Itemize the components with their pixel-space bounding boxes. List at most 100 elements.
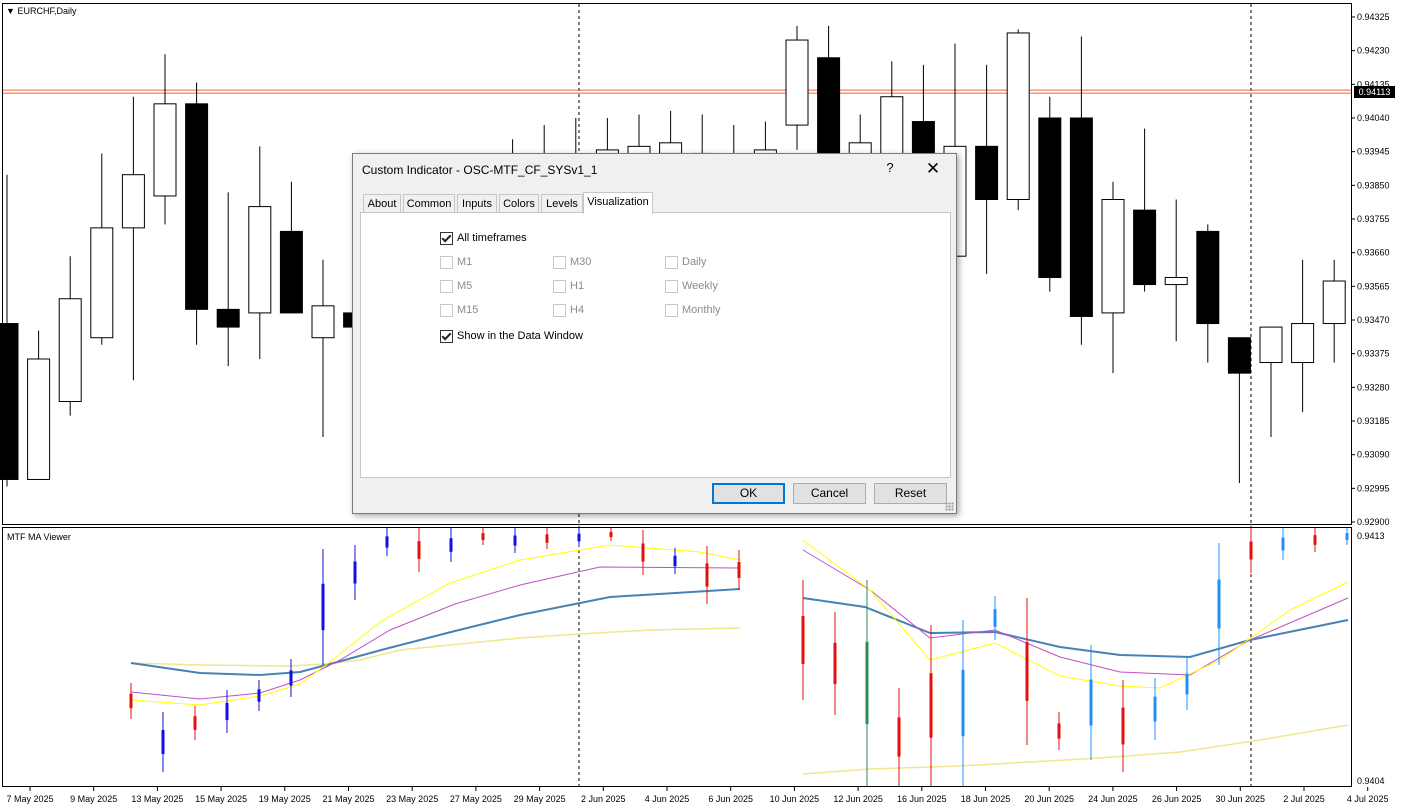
ma-steel-line-left [130,588,741,677]
signal-bar-body [417,541,421,559]
price-axis-label: 0.93470 [1357,315,1390,325]
close-icon[interactable]: ✕ [925,159,941,179]
date-axis-label: 6 Jun 2025 [708,794,753,804]
signal-bar-body [1217,579,1221,629]
candle-body [216,308,240,328]
date-axis-label: 4 Jun 2025 [645,794,690,804]
tab-visualization[interactable]: Visualization [583,192,653,214]
checkbox-box[interactable] [665,256,678,269]
candle-body [1133,209,1157,286]
ma-yellow-line-left [130,544,741,706]
signal-bar-body [257,689,261,702]
collapse-triangle-icon[interactable]: ▼ [6,6,15,16]
candle-body [1227,337,1251,374]
signal-bar-body [1025,642,1029,701]
ma-khaki-line-left [130,627,741,667]
signal-bar-body [577,533,581,542]
current-price-tag: 0.94113 [1354,86,1395,98]
signal-bar-body [865,641,869,725]
date-axis-label: 27 May 2025 [450,794,502,804]
tab-colors[interactable]: Colors [499,194,539,212]
date-axis-label: 2 Jul 2025 [1283,794,1325,804]
ma-violet-line-right [802,549,1349,676]
candle-body [1101,199,1125,314]
date-axis-label: 29 May 2025 [514,794,566,804]
date-axis-label: 13 May 2025 [131,794,183,804]
signal-bar-body [1281,537,1285,551]
signal-bar-body [929,673,933,738]
signal-bar-body [993,609,997,627]
candle-body [248,206,272,314]
price-axis-label: 0.93660 [1357,248,1390,258]
checkbox-label: Monthly [682,304,721,316]
candle-body [975,145,999,201]
price-axis-label: 0.93945 [1357,147,1390,157]
candle-body [1322,280,1346,325]
candle-body [1164,276,1188,286]
date-axis-label: 24 Jun 2025 [1088,794,1138,804]
checkbox-label: Show in the Data Window [457,330,583,342]
signal-bar-body [1345,533,1349,540]
checkbox-box[interactable] [440,256,453,269]
checkbox-label: H1 [570,280,585,292]
checkbox-box[interactable] [440,304,453,317]
date-axis-label: 2 Jun 2025 [581,794,626,804]
date-axis-label: 16 Jun 2025 [897,794,947,804]
checkbox-box[interactable] [665,304,678,317]
candle-body [785,39,809,126]
signal-bar-body [1089,679,1093,726]
signal-bar-body [1185,673,1189,695]
candle-body [153,103,177,197]
checkbox-box[interactable] [553,304,566,317]
candle-body [1069,117,1093,317]
signal-bar-body [737,562,741,578]
signal-bar-body [1121,707,1125,745]
signal-bar-body [1057,723,1061,739]
checkbox-box[interactable] [440,280,453,293]
tab-about[interactable]: About [363,194,401,212]
cancel-button[interactable]: Cancel [793,483,866,504]
indicator-axis-label: 0.9413 [1357,531,1385,541]
checkbox-label: M30 [570,256,592,268]
symbol-label-text: EURCHF,Daily [17,6,77,16]
indicator-axis-label: 0.9404 [1357,776,1385,786]
resize-grip-icon[interactable] [945,502,954,511]
indicator-pane-frame [2,527,1352,787]
tab-common[interactable]: Common [403,194,455,212]
checkbox-label: Weekly [682,280,718,292]
checkbox-label: M5 [457,280,473,292]
help-button[interactable]: ? [883,160,897,175]
price-axis-label: 0.94040 [1357,113,1390,123]
candle-body [185,103,209,310]
date-axis-label: 18 Jun 2025 [961,794,1011,804]
signal-bar-body [385,536,389,548]
signal-bar-body [225,702,229,721]
price-axis-label: 0.93375 [1357,349,1390,359]
ok-button[interactable]: OK [712,483,785,504]
signal-bar-body [609,531,613,538]
tab-levels[interactable]: Levels [541,194,583,212]
price-axis-label: 0.94230 [1357,46,1390,56]
signal-bar-body [513,535,517,546]
signal-bar-body [1313,535,1317,545]
checkbox-label: M1 [457,256,473,268]
candle-body [311,305,335,339]
candle-body [58,298,82,403]
checkbox-label: H4 [570,304,585,316]
signal-bar-body [481,533,485,540]
candle-body [27,358,51,480]
signal-bar-body [833,642,837,685]
tab-inputs[interactable]: Inputs [457,194,497,212]
checkbox-box[interactable] [553,256,566,269]
signal-bar-body [705,563,709,587]
signal-bar-body [289,670,293,686]
checkbox-box[interactable] [553,280,566,293]
candle-body [1259,326,1283,364]
reset-button[interactable]: Reset [874,483,947,504]
checkbox-box[interactable] [440,232,453,245]
signal-bar-body [673,555,677,567]
checkbox-box[interactable] [665,280,678,293]
checkbox-box[interactable] [440,330,453,343]
candle-body [1006,32,1030,201]
date-axis-label: 30 Jun 2025 [1216,794,1266,804]
